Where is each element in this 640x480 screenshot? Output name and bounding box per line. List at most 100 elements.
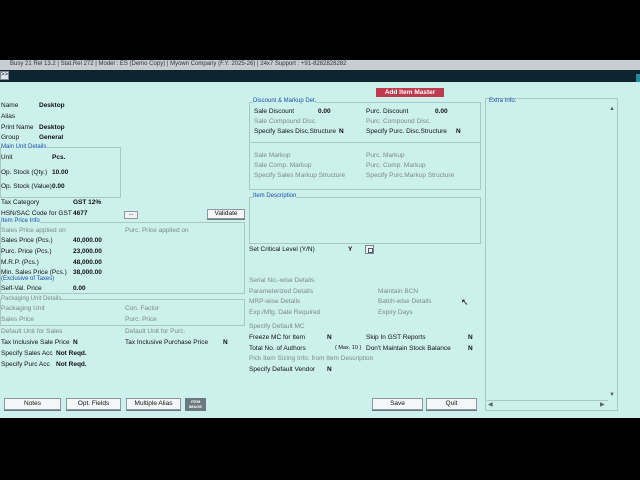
serial-no-wise-label: Serial No.-wise Details xyxy=(249,277,315,284)
item-description-title: Item Description xyxy=(253,193,297,199)
op-stock-value-field[interactable]: 0.00 xyxy=(52,183,65,190)
exclusive-taxes-note: (Exclusive of Taxes) xyxy=(1,276,55,282)
unit-field[interactable]: Pcs. xyxy=(52,154,65,161)
specify-sales-acc-field[interactable]: Not Reqd. xyxy=(56,350,87,357)
toolbar-strip: >> xyxy=(0,70,640,82)
exp-mfg-date-label: Exp./Mfg. Date Required xyxy=(249,309,321,316)
hsn-label: HSN/SAC Code for GST xyxy=(1,210,72,217)
discount-divider xyxy=(250,142,480,143)
item-image-label-2: IMAGE xyxy=(188,404,203,409)
self-val-price-label: Self-Val. Price xyxy=(1,285,42,292)
main-unit-title: Main Unit Details xyxy=(1,144,47,150)
purc-comp-markup-label: Purc. Comp. Markup xyxy=(366,162,426,169)
packaging-box xyxy=(0,299,245,326)
hsn-field[interactable]: 4677 xyxy=(73,210,87,217)
total-authors-label: Total No. of Authors xyxy=(249,345,306,352)
tax-inclusive-purchase-label: Tax Inclusive Purchase Price xyxy=(125,339,209,346)
purc-price-field[interactable]: 23,000.00 xyxy=(73,248,102,255)
con-factor-label: Con. Factor xyxy=(125,305,159,312)
specify-purc-acc-label: Specify Purc Acc xyxy=(1,361,50,368)
set-critical-level-label: Set Critical Level (Y/N) xyxy=(249,246,315,253)
expiry-days-label: Expiry Days xyxy=(378,309,413,316)
extra-info-vertical-scrollbar[interactable]: ▲ ▼ xyxy=(608,106,617,402)
print-name-field[interactable]: Desktop xyxy=(39,124,65,131)
quit-button[interactable]: Quit xyxy=(426,398,477,410)
tax-category-label: Tax Category xyxy=(1,199,40,206)
specify-sales-disc-label: Specify Sales Disc.Structure xyxy=(254,128,337,135)
scroll-right-icon[interactable]: ▶ xyxy=(600,401,605,408)
discount-markup-title: Discount & Markup Det. xyxy=(253,98,317,104)
default-unit-sales-label: Default Unit for Sales xyxy=(1,328,63,335)
min-sales-price-label: Min. Sales Price (Pcs.) xyxy=(1,269,67,276)
tax-inclusive-sale-field[interactable]: N xyxy=(73,339,78,346)
skip-gst-reports-field[interactable]: N xyxy=(468,334,473,341)
packaging-purc-price-label: Purc. Price xyxy=(125,316,157,323)
total-authors-max: ( Max. 10 ) xyxy=(335,345,362,351)
skip-gst-reports-label: Skip In GST Reports xyxy=(366,334,426,341)
name-field[interactable]: Desktop xyxy=(39,102,65,109)
freeze-mc-field[interactable]: N xyxy=(327,334,332,341)
specify-sales-disc-field[interactable]: N xyxy=(339,128,344,135)
extra-info-panel[interactable] xyxy=(485,98,618,411)
unit-label: Unit xyxy=(1,154,13,161)
purc-price-applied-label: Purc. Price applied on xyxy=(125,227,189,234)
scroll-down-icon[interactable]: ▼ xyxy=(609,392,615,398)
self-val-price-field[interactable]: 0.00 xyxy=(73,285,86,292)
freeze-mc-label: Freeze MC for Item xyxy=(249,334,305,341)
critical-level-button[interactable] xyxy=(365,245,374,254)
set-critical-level-field[interactable]: Y xyxy=(348,246,352,253)
default-unit-purc-label: Default Unit for Purc. xyxy=(125,328,186,335)
mouse-pointer-icon: ↖ xyxy=(461,297,469,307)
mrp-field[interactable]: 48,000.00 xyxy=(73,259,102,266)
purc-markup-label: Purc. Markup xyxy=(366,152,405,159)
parameterized-label: Parameterized Details xyxy=(249,288,313,295)
sale-comp-markup-label: Sale Comp. Markup xyxy=(254,162,312,169)
specify-default-vendor-field[interactable]: N xyxy=(327,366,332,373)
op-stock-qty-label: Op. Stock (Qty.) xyxy=(1,169,48,176)
mrp-label: M.R.P. (Pcs.) xyxy=(1,259,39,266)
batch-wise-label: Batch-wise Details xyxy=(378,298,432,305)
validate-button[interactable]: Validate xyxy=(207,209,245,219)
purc-discount-field[interactable]: 0.00 xyxy=(435,108,448,115)
specify-purc-markup-label: Specify Purc.Markup Structure xyxy=(366,172,455,179)
print-name-label: Print Name xyxy=(1,124,34,131)
hsn-lookup-button[interactable]: ... xyxy=(124,211,138,219)
alias-label: Alias xyxy=(1,113,16,120)
specify-sales-markup-label: Specify Sales Markup Structure xyxy=(254,172,346,179)
group-field[interactable]: General xyxy=(39,134,63,141)
specify-sales-acc-label: Specify Sales Acc xyxy=(1,350,53,357)
tax-inclusive-sale-label: Tax Inclusive Sale Price xyxy=(1,339,70,346)
opt-fields-button[interactable]: Opt. Fields xyxy=(66,398,121,410)
notes-button[interactable]: Notes xyxy=(4,398,61,410)
specify-purc-disc-field[interactable]: N xyxy=(456,128,461,135)
title-text: Busy 21 Rel 13.2 | Stat.Rel 272 | Model … xyxy=(10,61,347,67)
sale-compound-disc-label: Sale Compound Disc. xyxy=(254,118,317,125)
multiple-alias-button[interactable]: Multiple Alias xyxy=(126,398,181,410)
op-stock-qty-field[interactable]: 10.00 xyxy=(52,169,68,176)
item-description-box[interactable] xyxy=(249,197,481,244)
purc-compound-disc-label: Purc. Compound Disc. xyxy=(366,118,432,125)
mrp-wise-label: MRP-wise Details xyxy=(249,298,301,305)
min-sales-price-field[interactable]: 38,000.00 xyxy=(73,269,102,276)
dont-maintain-stock-label: Don't Maintain Stock Balance xyxy=(366,345,451,352)
sale-markup-label: Sale Markup xyxy=(254,152,291,159)
sale-discount-field[interactable]: 0.00 xyxy=(318,108,331,115)
expand-button[interactable]: >> xyxy=(0,71,9,80)
scroll-up-icon[interactable]: ▲ xyxy=(609,106,615,112)
accent-bar xyxy=(636,74,640,82)
packaging-title: Packaging Unit Details xyxy=(1,296,62,302)
purc-price-label: Purc. Price (Pcs.) xyxy=(1,248,52,255)
save-button[interactable]: Save xyxy=(372,398,423,410)
purc-discount-label: Purc. Discount xyxy=(366,108,409,115)
sale-discount-label: Sale Discount xyxy=(254,108,295,115)
sales-price-field[interactable]: 40,000.00 xyxy=(73,237,102,244)
tax-inclusive-purchase-field[interactable]: N xyxy=(223,339,228,346)
scroll-left-icon[interactable]: ◀ xyxy=(488,401,493,408)
packaging-unit-label: Packaging Unit xyxy=(1,305,45,312)
specify-purc-acc-field[interactable]: Not Reqd. xyxy=(56,361,87,368)
extra-info-horizontal-scrollbar[interactable]: ◀ ▶ xyxy=(487,400,608,409)
group-label: Group xyxy=(1,134,20,141)
dont-maintain-stock-field[interactable]: N xyxy=(468,345,473,352)
tax-category-field[interactable]: GST 12% xyxy=(73,199,101,206)
item-image-button[interactable]: ITEM IMAGE xyxy=(185,398,206,411)
